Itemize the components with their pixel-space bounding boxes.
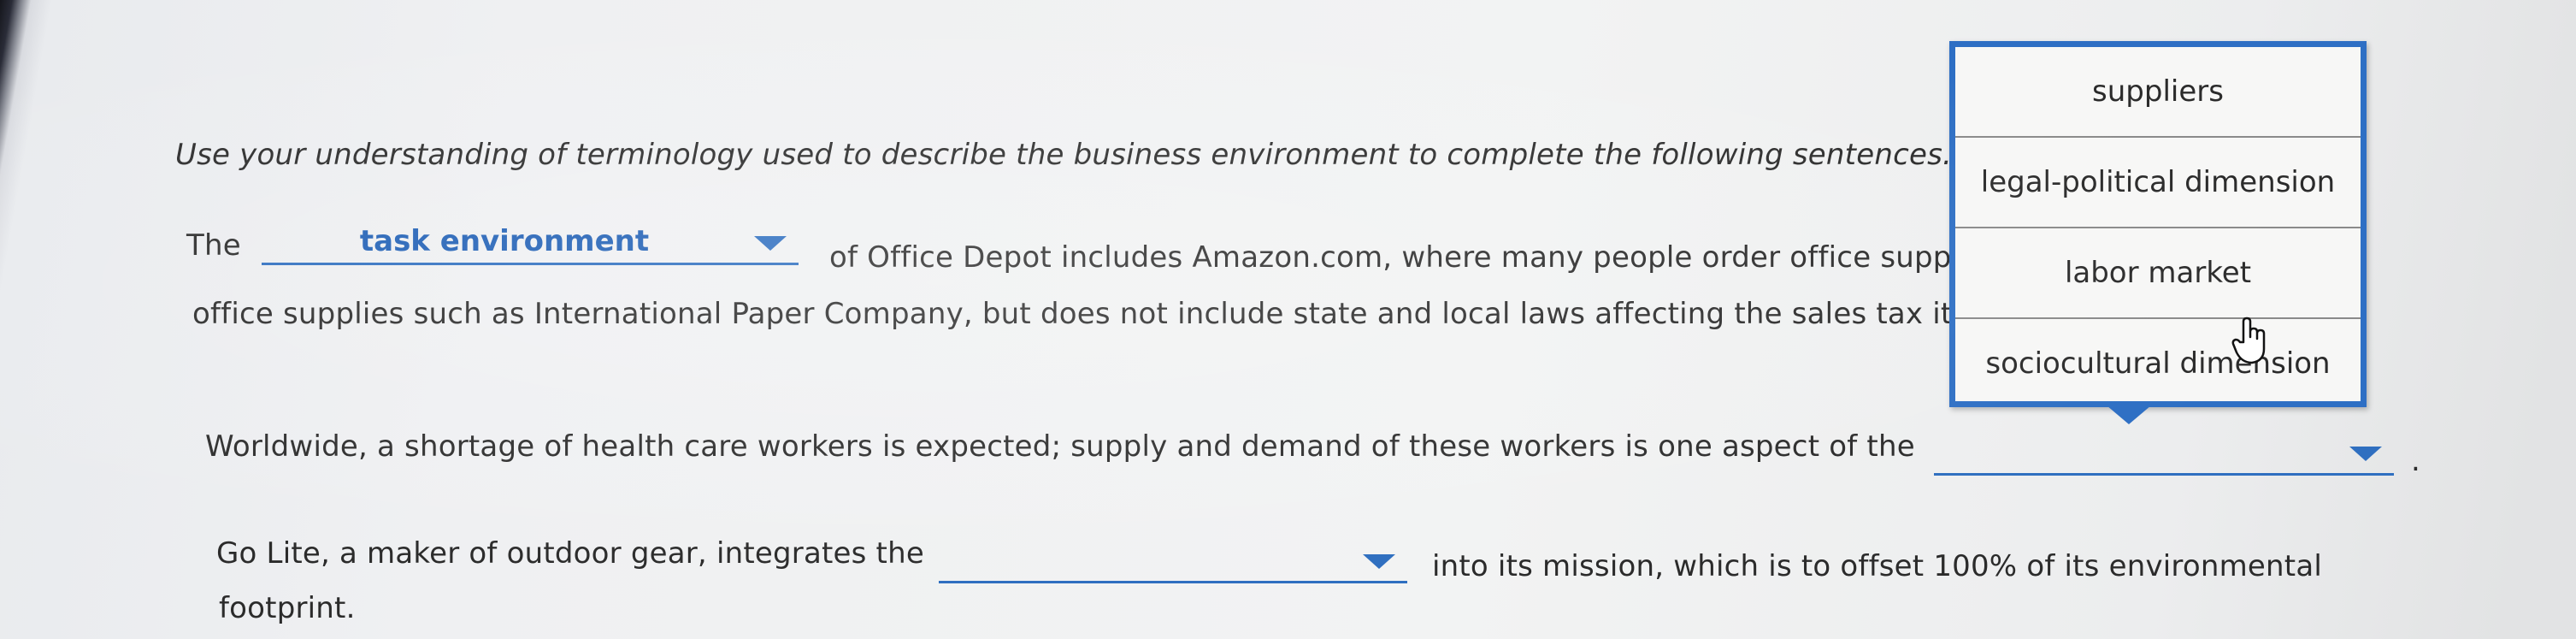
q2-dropdown[interactable] [1934,426,2394,476]
option-legal-political-dimension[interactable]: legal-political dimension [1955,138,2361,228]
instructions-text: Use your understanding of terminology us… [175,138,1953,172]
q1-prefix: The [186,228,241,263]
q1-text-line2: office supplies such as International Pa… [192,297,2041,331]
q1-dropdown[interactable]: task environment [262,216,799,265]
chevron-down-icon[interactable] [1363,554,1395,569]
chevron-down-icon[interactable] [2349,447,2382,461]
dropdown-pointer [2107,405,2151,424]
q1-dropdown-value: task environment [359,224,650,258]
q3-text-after: into its mission, which is to offset 100… [1432,549,2323,583]
option-suppliers[interactable]: suppliers [1955,47,2361,138]
dropdown-menu: suppliers legal-political dimension labo… [1949,41,2367,407]
chevron-down-icon[interactable] [754,236,787,251]
option-sociocultural-dimension[interactable]: sociocultural dimension [1955,319,2361,408]
q2-text: Worldwide, a shortage of health care wor… [205,429,1915,464]
hand-cursor-icon [2231,317,2266,364]
q3-dropdown[interactable] [939,534,1407,583]
q2-suffix: . [2411,444,2421,478]
q3-text-before: Go Lite, a maker of outdoor gear, integr… [216,536,924,571]
q3-text-line2: footprint. [219,591,356,625]
option-labor-market[interactable]: labor market [1955,228,2361,319]
